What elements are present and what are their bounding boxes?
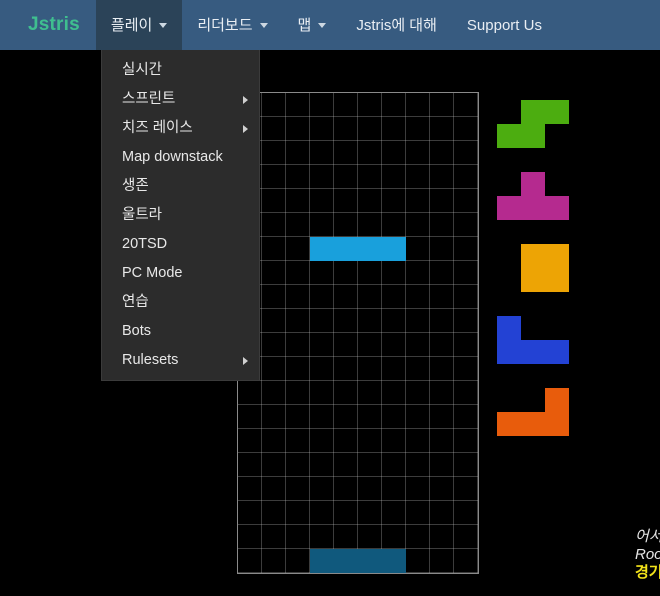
nav-item-label: 맵 <box>297 16 312 34</box>
preview-cell <box>545 340 569 364</box>
active-piece-cell <box>358 237 382 261</box>
dropdown-item-8[interactable]: 연습 <box>102 288 259 317</box>
preview-cell <box>521 124 545 148</box>
dropdown-item-6[interactable]: 20TSD <box>102 230 259 259</box>
nav-item-label: Jstris에 대해 <box>356 16 437 34</box>
preview-cell <box>545 244 569 268</box>
preview-cell <box>497 124 521 148</box>
dropdown-item-3[interactable]: Map downstack <box>102 143 259 172</box>
top-navbar: Jstris 플레이 리더보드 맵 Jstris에 대해 Support Us <box>0 0 660 50</box>
preview-cell <box>545 100 569 124</box>
dropdown-item-2[interactable]: 치즈 레이스 <box>102 114 259 143</box>
dropdown-item-label: 스프린트 <box>122 91 176 107</box>
nav-item-label: Support Us <box>466 16 542 34</box>
dropdown-item-5[interactable]: 울트라 <box>102 201 259 230</box>
preview-cell <box>497 316 521 340</box>
nav-leaderboard[interactable]: 리더보드 <box>182 0 282 50</box>
preview-cell <box>497 196 521 220</box>
ghost-piece-cell <box>334 549 358 573</box>
active-piece-cell <box>310 237 334 261</box>
dropdown-item-label: Bots <box>122 323 152 339</box>
dropdown-item-label: 20TSD <box>122 236 168 252</box>
dropdown-item-1[interactable]: 스프린트 <box>102 85 259 114</box>
next-piece-S <box>497 100 593 172</box>
brand-logo[interactable]: Jstris <box>0 0 96 50</box>
dropdown-item-label: 치즈 레이스 <box>122 120 193 136</box>
side-info-panel: 어서 Roo 경기 <box>632 528 660 596</box>
chevron-down-icon <box>259 22 268 28</box>
active-piece-cell <box>334 237 358 261</box>
nav-item-label: 플레이 <box>110 16 153 34</box>
nav-about[interactable]: Jstris에 대해 <box>341 0 452 50</box>
ghost-piece-cell <box>358 549 382 573</box>
dropdown-item-4[interactable]: 생존 <box>102 172 259 201</box>
next-piece-T <box>497 172 593 244</box>
chevron-down-icon <box>318 22 327 28</box>
preview-cell <box>521 268 545 292</box>
preview-cell <box>545 412 569 436</box>
nav-item-label: 리더보드 <box>197 16 253 34</box>
ghost-piece-cell <box>310 549 334 573</box>
preview-cell <box>521 100 545 124</box>
preview-cell <box>521 340 545 364</box>
preview-cell <box>521 196 545 220</box>
chevron-right-icon <box>243 124 248 133</box>
preview-cell <box>545 196 569 220</box>
next-piece-L <box>497 388 593 460</box>
dropdown-item-label: 실시간 <box>122 62 163 78</box>
playfield-grid <box>238 93 478 573</box>
dropdown-item-label: 울트라 <box>122 207 163 223</box>
preview-cell <box>521 244 545 268</box>
preview-cell <box>545 268 569 292</box>
preview-cell <box>545 388 569 412</box>
next-piece-J <box>497 316 593 388</box>
dropdown-item-label: Rulesets <box>122 352 179 368</box>
dropdown-item-10[interactable]: Rulesets <box>102 346 259 375</box>
nav-support[interactable]: Support Us <box>452 0 557 50</box>
chevron-right-icon <box>243 356 248 365</box>
preview-cell <box>497 412 521 436</box>
dropdown-item-label: PC Mode <box>122 265 183 281</box>
dropdown-item-label: Map downstack <box>122 149 223 165</box>
preview-cell <box>497 340 521 364</box>
next-piece-O <box>497 244 593 316</box>
chevron-down-icon <box>159 22 168 28</box>
preview-cell <box>521 412 545 436</box>
nav-maps[interactable]: 맵 <box>283 0 342 50</box>
nav-play[interactable]: 플레이 <box>95 0 183 50</box>
nav-items: 플레이 리더보드 맵 Jstris에 대해 Support Us <box>95 0 557 50</box>
dropdown-item-label: 생존 <box>122 178 149 194</box>
dropdown-item-9[interactable]: Bots <box>102 317 259 346</box>
jstris-page: Jstris 플레이 리더보드 맵 Jstris에 대해 Support Us 실시간스… <box>0 0 660 596</box>
side-panel-line-0: 어서 <box>635 528 660 545</box>
dropdown-item-label: 연습 <box>122 294 149 310</box>
ghost-piece-cell <box>382 549 406 573</box>
dropdown-item-7[interactable]: PC Mode <box>102 259 259 288</box>
tetris-playfield[interactable] <box>237 92 479 574</box>
side-panel-line-1: Roo <box>635 546 660 563</box>
next-piece-queue <box>497 100 607 480</box>
active-piece-cell <box>382 237 406 261</box>
chevron-right-icon <box>243 95 248 104</box>
preview-cell <box>521 172 545 196</box>
play-dropdown-menu: 실시간스프린트치즈 레이스 Map downstack 생존울트라 20TSD PC M… <box>101 50 260 381</box>
dropdown-item-0[interactable]: 실시간 <box>102 56 259 85</box>
side-panel-line-2: 경기 <box>635 564 660 581</box>
